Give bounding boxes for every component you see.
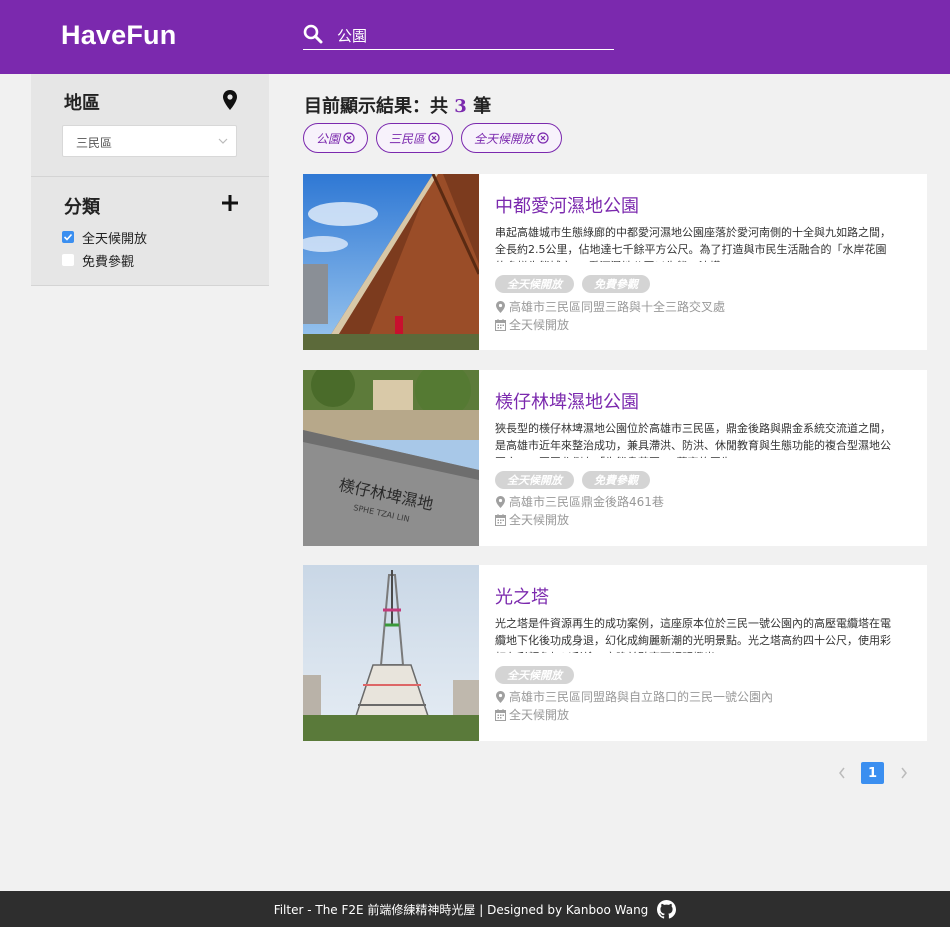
github-icon[interactable] (657, 899, 677, 919)
place-body: 檨仔林埤濕地公園 狹長型的檨仔林埤濕地公園位於高雄市三民區，鼎金後路與鼎金系統交… (495, 370, 915, 546)
place-address: 高雄市三民區同盟三路與十全三路交叉處 (495, 298, 725, 315)
filter-chip-label: 全天候開放 (474, 131, 535, 146)
place-hours-text: 全天候開放 (509, 318, 570, 332)
place-address: 高雄市三民區同盟路與自立路口的三民一號公園內 (495, 688, 773, 705)
check-icon (63, 233, 73, 241)
sidebar: 地區 三民區 分類 全天候開放 免費參觀 (31, 74, 269, 286)
category-title: 分類 (64, 197, 100, 218)
place-photo[interactable] (303, 174, 479, 350)
place-address: 高雄市三民區鼎金後路461巷 (495, 493, 664, 510)
map-pin-icon (223, 90, 237, 110)
results-count: 3 (454, 96, 467, 117)
place-address-text: 高雄市三民區同盟三路與十全三路交叉處 (509, 300, 726, 314)
place-hours-text: 全天候開放 (509, 708, 570, 722)
search-input[interactable] (337, 23, 607, 47)
page-number-button[interactable]: 1 (861, 762, 884, 784)
place-address-text: 高雄市三民區同盟路與自立路口的三民一號公園內 (509, 690, 774, 704)
active-filters: 公園 三民區 全天候開放 (303, 123, 563, 153)
region-filter: 地區 三民區 (31, 74, 269, 177)
place-address-text: 高雄市三民區鼎金後路461巷 (509, 495, 664, 509)
place-hours: 全天候開放 (495, 706, 569, 723)
map-pin-icon (496, 690, 505, 703)
filter-chip-label: 三民區 (389, 131, 426, 146)
prev-page-button[interactable] (830, 762, 853, 784)
place-tags: 全天候開放 (495, 666, 574, 684)
checkbox-checked[interactable] (62, 231, 74, 243)
map-pin-icon (496, 495, 505, 508)
place-tag: 全天候開放 (495, 471, 574, 489)
chevron-left-icon (838, 767, 845, 779)
category-filter: 分類 全天候開放 免費參觀 (31, 177, 269, 286)
place-tags: 全天候開放 免費參觀 (495, 471, 650, 489)
calendar-icon (495, 513, 506, 526)
logo[interactable]: HaveFun (61, 20, 176, 51)
results-summary: 目前顯示結果：共 3 筆 (304, 92, 491, 118)
calendar-icon (495, 318, 506, 331)
place-name[interactable]: 光之塔 (495, 583, 549, 609)
category-label: 免費參觀 (82, 254, 135, 270)
category-label: 全天候開放 (82, 231, 148, 247)
place-tags: 全天候開放 免費參觀 (495, 275, 650, 293)
place-photo[interactable] (303, 565, 479, 741)
place-description: 串起高雄城市生態綠廊的中都愛河濕地公園座落於愛河南側的十全與九如路之間，全長約2… (495, 226, 891, 262)
region-select-value: 三民區 (76, 136, 113, 150)
close-circle-icon[interactable] (428, 132, 440, 144)
region-select[interactable]: 三民區 (62, 125, 237, 157)
category-option-free[interactable]: 免費參觀 (62, 251, 135, 270)
search-icon[interactable] (303, 24, 323, 44)
footer: Filter - The F2E 前端修練精神時光屋 | Designed by… (0, 891, 950, 927)
place-card[interactable]: 光之塔 光之塔是件資源再生的成功案例，這座原本位於三民一號公園內的高壓電纜塔在電… (303, 565, 927, 741)
search-bar (303, 22, 614, 50)
place-description: 光之塔是件資源再生的成功案例，這座原本位於三民一號公園內的高壓電纜塔在電纜地下化… (495, 617, 891, 653)
filter-chip[interactable]: 三民區 (376, 123, 454, 153)
calendar-icon (495, 708, 506, 721)
filter-chip-label: 公園 (316, 131, 341, 146)
plus-icon[interactable] (222, 195, 238, 211)
close-circle-icon[interactable] (343, 132, 355, 144)
place-name[interactable]: 檨仔林埤濕地公園 (495, 388, 639, 414)
results-suffix: 筆 (466, 96, 492, 117)
place-hours-text: 全天候開放 (509, 513, 570, 527)
place-body: 光之塔 光之塔是件資源再生的成功案例，這座原本位於三民一號公園內的高壓電纜塔在電… (495, 565, 915, 741)
place-description: 狹長型的檨仔林埤濕地公園位於高雄市三民區，鼎金後路與鼎金系統交流道之間，是高雄市… (495, 422, 891, 458)
footer-text: Filter - The F2E 前端修練精神時光屋 | Designed by… (273, 902, 649, 917)
filter-chip[interactable]: 公園 (303, 123, 369, 153)
place-tag: 全天候開放 (495, 666, 574, 684)
place-name[interactable]: 中都愛河濕地公園 (495, 192, 639, 218)
filter-chip[interactable]: 全天候開放 (461, 123, 563, 153)
next-page-button[interactable] (892, 762, 915, 784)
region-title: 地區 (64, 93, 100, 114)
chevron-right-icon (900, 767, 907, 779)
chevron-down-icon (218, 138, 228, 144)
place-tag: 全天候開放 (495, 275, 574, 293)
place-photo[interactable]: 檨仔林埤濕地 SPHE TZAI LIN (303, 370, 479, 546)
category-option-all-day[interactable]: 全天候開放 (62, 228, 148, 247)
place-hours: 全天候開放 (495, 316, 569, 333)
close-circle-icon[interactable] (537, 132, 549, 144)
place-card[interactable]: 中都愛河濕地公園 串起高雄城市生態綠廊的中都愛河濕地公園座落於愛河南側的十全與九… (303, 174, 927, 350)
results-prefix: 目前顯示結果：共 (304, 96, 455, 117)
header: HaveFun (0, 0, 950, 74)
checkbox-unchecked[interactable] (62, 254, 74, 266)
place-tag: 免費參觀 (582, 471, 650, 489)
place-tag: 免費參觀 (582, 275, 650, 293)
map-pin-icon (496, 300, 505, 313)
pagination: 1 (830, 762, 915, 784)
place-card[interactable]: 檨仔林埤濕地 SPHE TZAI LIN 檨仔林埤濕地公園 狹長型的檨仔林埤濕地… (303, 370, 927, 546)
place-body: 中都愛河濕地公園 串起高雄城市生態綠廊的中都愛河濕地公園座落於愛河南側的十全與九… (495, 174, 915, 350)
place-hours: 全天候開放 (495, 511, 569, 528)
